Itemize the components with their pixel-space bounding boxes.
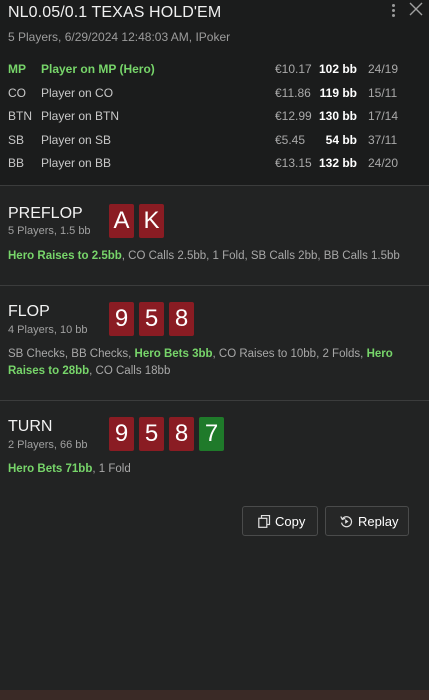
copy-label: Copy xyxy=(275,514,306,529)
card: 8 xyxy=(169,302,194,336)
player-row-bb: BB Player on BB €13.15 132 bb 24/20 xyxy=(0,152,429,176)
card: 9 xyxy=(109,417,134,451)
player-stats: 24/20 xyxy=(368,156,399,170)
card: 9 xyxy=(109,302,134,336)
card: K xyxy=(139,204,164,238)
action-text: , CO Calls 2.5bb, 1 Fold, SB Calls 2bb, … xyxy=(121,250,400,262)
player-position: BTN xyxy=(8,109,32,123)
street-name: FLOP xyxy=(8,303,50,320)
player-position: CO xyxy=(8,85,26,100)
bottom-edge xyxy=(0,690,429,700)
divider xyxy=(0,400,429,401)
more-options-icon[interactable] xyxy=(386,2,400,18)
hero-action: Hero Raises to 2.5bb xyxy=(8,250,122,262)
street-info: 5 Players, 1.5 bb xyxy=(8,225,91,237)
copy-button[interactable]: Copy xyxy=(242,506,318,536)
street-actions: SB Checks, BB Checks, Hero Bets 3bb, CO … xyxy=(8,346,413,379)
player-stack-bb: 102 bb xyxy=(318,62,357,76)
action-text: , 1 Fold xyxy=(92,463,131,475)
card: 5 xyxy=(139,302,164,336)
player-stats: 37/11 xyxy=(368,132,398,147)
player-row-mp: MP Player on MP (Hero) €10.17 102 bb 24/… xyxy=(0,58,429,82)
player-row-co: CO Player on CO €11.86 119 bb 15/11 xyxy=(0,82,429,106)
card: 7 xyxy=(199,417,224,451)
close-icon[interactable] xyxy=(406,0,426,20)
hero-action: Hero Bets 3bb xyxy=(134,348,213,360)
player-row-btn: BTN Player on BTN €12.99 130 bb 17/14 xyxy=(0,105,429,129)
replay-button[interactable]: Replay xyxy=(325,506,409,536)
street-info: 2 Players, 66 bb xyxy=(8,439,88,451)
player-name: Player on MP (Hero) xyxy=(41,62,155,76)
hand-header: NL0.05/0.1 TEXAS HOLD'EM 5 Players, 6/29… xyxy=(0,0,429,185)
player-position: SB xyxy=(8,132,25,147)
player-stack-bb: 130 bb xyxy=(318,109,357,123)
player-stats: 24/19 xyxy=(368,62,399,76)
hand-title: NL0.05/0.1 TEXAS HOLD'EM xyxy=(8,4,222,21)
divider xyxy=(0,285,429,286)
player-name: Player on SB xyxy=(41,132,112,147)
hero-action: Hero Bets 71bb xyxy=(8,463,93,475)
street-info: 4 Players, 10 bb xyxy=(8,324,88,336)
action-text: , CO Raises to 10bb, 2 Folds, xyxy=(212,348,367,360)
turn-cards: 9 5 8 7 xyxy=(109,417,224,451)
preflop-cards: A K xyxy=(109,204,164,238)
player-name: Player on BTN xyxy=(41,109,120,123)
street-name: TURN xyxy=(8,418,53,435)
players-table: MP Player on MP (Hero) €10.17 102 bb 24/… xyxy=(0,58,429,176)
player-position: MP xyxy=(8,62,26,76)
player-stack-bb: 119 bb xyxy=(319,85,357,100)
player-name: Player on CO xyxy=(41,85,114,100)
card: A xyxy=(109,204,134,238)
action-text: , CO Calls 18bb xyxy=(89,364,171,377)
divider xyxy=(0,185,429,186)
replay-label: Replay xyxy=(358,514,399,529)
flop-cards: 9 5 8 xyxy=(109,302,194,336)
player-row-sb: SB Player on SB €5.45 54 bb 37/11 xyxy=(0,129,429,153)
player-stats: 15/11 xyxy=(368,85,398,100)
card: 5 xyxy=(139,417,164,451)
player-stack-bb: 132 bb xyxy=(318,156,357,170)
replay-icon xyxy=(340,516,353,528)
street-actions: Hero Raises to 2.5bb, CO Calls 2.5bb, 1 … xyxy=(8,248,413,265)
player-stack-bb: 54 bb xyxy=(325,132,357,147)
card: 8 xyxy=(169,417,194,451)
player-position: BB xyxy=(8,156,25,170)
player-stats: 17/14 xyxy=(368,109,399,123)
action-text: SB Checks, BB Checks, xyxy=(8,348,135,360)
copy-icon xyxy=(258,515,271,528)
player-name: Player on BB xyxy=(41,156,112,170)
street-name: PREFLOP xyxy=(8,205,83,222)
hand-subtitle: 5 Players, 6/29/2024 12:48:03 AM, IPoker xyxy=(8,30,231,44)
street-actions: Hero Bets 71bb, 1 Fold xyxy=(8,461,413,478)
